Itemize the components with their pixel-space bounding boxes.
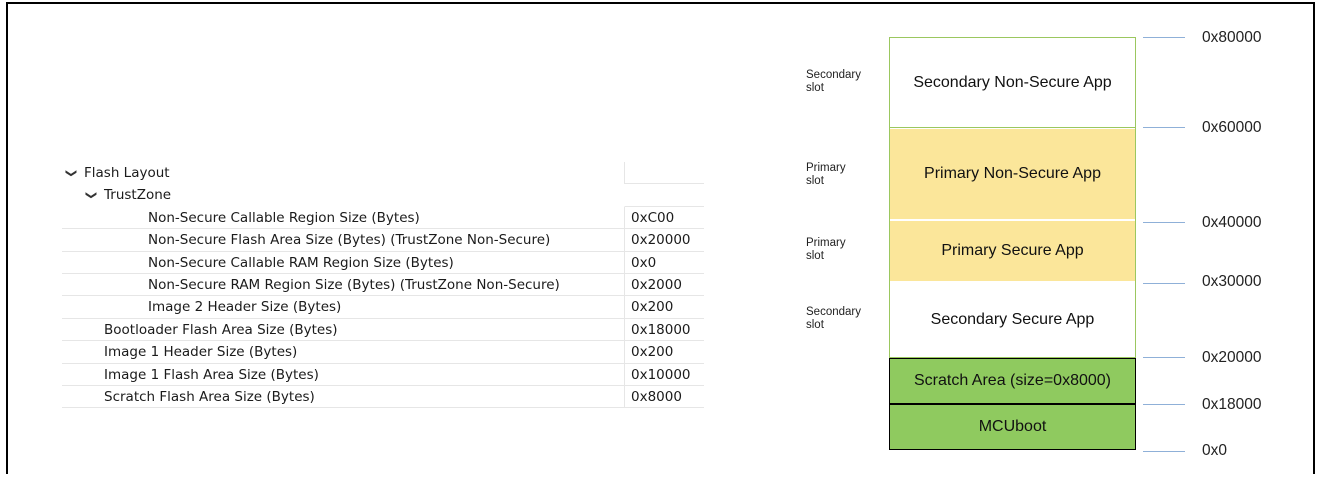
slot-label: Primary slot <box>806 162 846 187</box>
address-label: 0x0 <box>1202 442 1227 459</box>
primary-secure-app-block: Primary Secure App <box>889 220 1136 282</box>
slot-label: Secondary slot <box>806 306 861 331</box>
flash-memory-map: Secondary Non-Secure App Primary Non-Sec… <box>0 0 1319 478</box>
block-label: Primary Non-Secure App <box>924 165 1101 182</box>
address-tick <box>1143 357 1185 358</box>
address-label: 0x30000 <box>1202 273 1262 290</box>
address-tick <box>1143 37 1185 38</box>
address-tick <box>1143 127 1185 128</box>
address-label: 0x80000 <box>1202 29 1262 46</box>
secondary-non-secure-app-block: Secondary Non-Secure App <box>889 37 1136 128</box>
mcuboot-block: MCUboot <box>889 404 1136 450</box>
block-label: Secondary Non-Secure App <box>913 73 1112 91</box>
address-label: 0x60000 <box>1202 119 1262 136</box>
block-label: Primary Secure App <box>941 242 1084 259</box>
address-tick <box>1143 222 1185 223</box>
block-label: Secondary Secure App <box>930 311 1095 328</box>
primary-non-secure-app-block: Primary Non-Secure App <box>889 128 1136 220</box>
block-label: MCUboot <box>978 418 1047 435</box>
address-tick <box>1143 404 1185 405</box>
slot-label: Primary slot <box>806 237 846 262</box>
address-label: 0x20000 <box>1202 349 1262 366</box>
address-tick <box>1143 451 1185 452</box>
scratch-area-block: Scratch Area (size=0x8000) <box>889 358 1136 404</box>
address-label: 0x18000 <box>1202 396 1262 413</box>
block-label: Scratch Area (size=0x8000) <box>914 372 1111 389</box>
secondary-secure-app-block: Secondary Secure App <box>889 282 1136 358</box>
address-tick <box>1143 283 1185 284</box>
address-label: 0x40000 <box>1202 214 1262 231</box>
slot-label: Secondary slot <box>806 69 861 94</box>
